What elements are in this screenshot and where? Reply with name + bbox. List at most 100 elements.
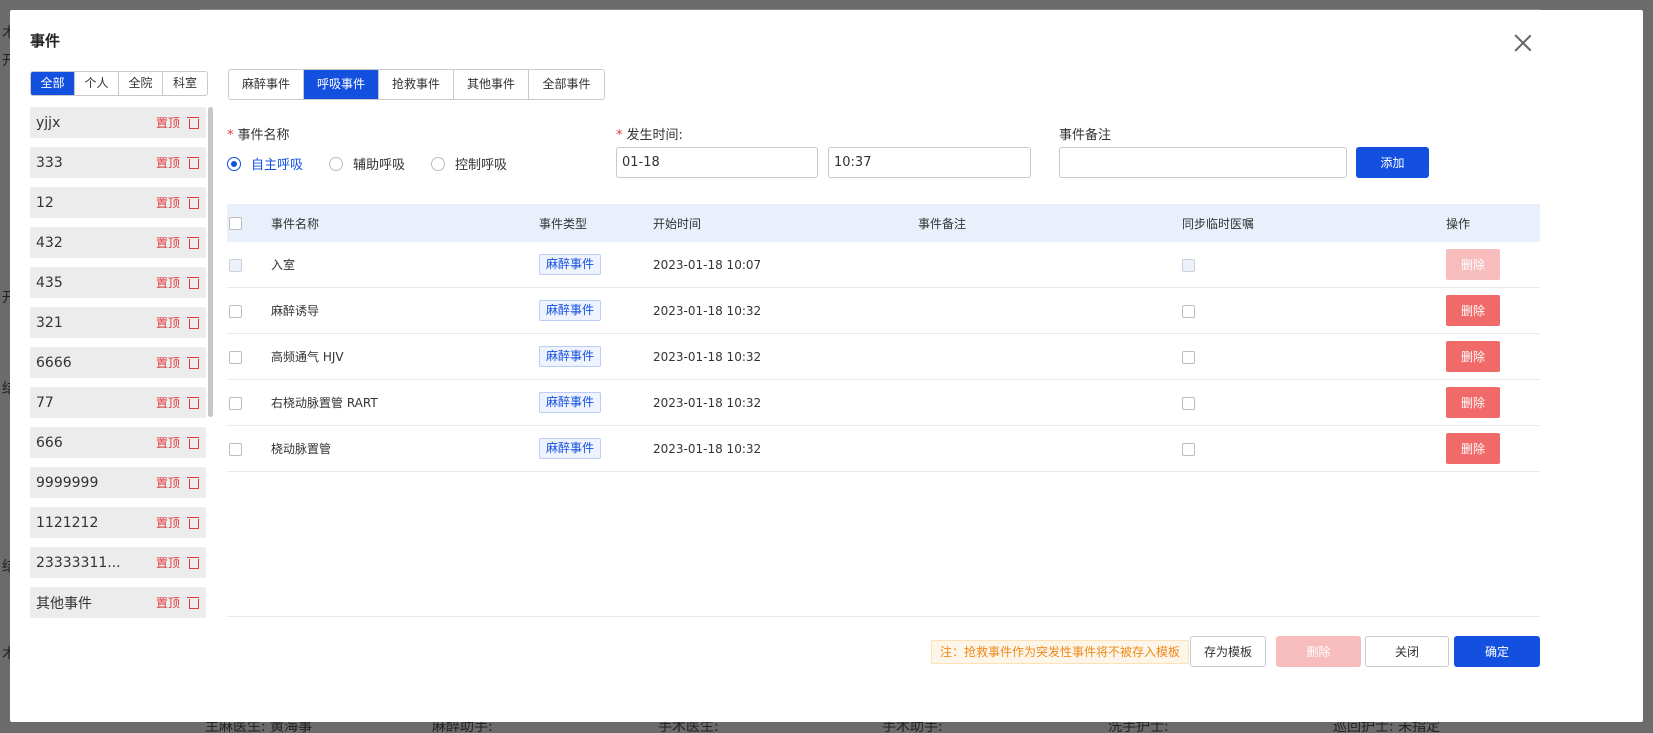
header-op: 操作 (1446, 216, 1471, 231)
category-tab[interactable]: 抢救事件 (379, 70, 454, 99)
trash-icon[interactable] (187, 516, 200, 529)
event-type-tag: 麻醉事件 (539, 300, 602, 321)
template-item[interactable]: 333 置顶 (30, 147, 206, 178)
scope-tab[interactable]: 个人 (75, 72, 119, 95)
occur-time-label: * 发生时间: (616, 128, 683, 143)
scope-tab[interactable]: 全院 (119, 72, 163, 95)
category-tab[interactable]: 其他事件 (454, 70, 529, 99)
breathing-radio[interactable]: 自主呼吸 (227, 154, 303, 173)
trash-icon[interactable] (187, 476, 200, 489)
trash-icon[interactable] (187, 556, 200, 569)
row-checkbox[interactable] (229, 304, 242, 318)
event-type-tag: 麻醉事件 (539, 254, 602, 275)
category-tab[interactable]: 全部事件 (529, 70, 604, 99)
footer-divider (227, 616, 1540, 617)
sync-order-checkbox[interactable] (1182, 350, 1195, 364)
pin-button[interactable]: 置顶 (156, 474, 180, 491)
trash-icon[interactable] (187, 316, 200, 329)
trash-icon[interactable] (187, 116, 200, 129)
template-item[interactable]: 77 置顶 (30, 387, 206, 418)
table-header: 事件名称 事件类型 开始时间 事件备注 同步临时医嘱 操作 (227, 204, 1540, 242)
pin-button[interactable]: 置顶 (156, 194, 180, 211)
row-name: 高频通气 HJV (271, 350, 344, 364)
dialog-title: 事件 (30, 32, 61, 50)
pin-button[interactable]: 置顶 (156, 354, 180, 371)
template-name: 666 (36, 434, 63, 451)
time-input[interactable] (828, 147, 1031, 178)
row-checkbox[interactable] (229, 350, 242, 364)
radio-label: 辅助呼吸 (353, 158, 406, 173)
template-item[interactable]: 435 置顶 (30, 267, 206, 298)
pin-button[interactable]: 置顶 (156, 274, 180, 291)
close-icon[interactable] (1510, 30, 1536, 56)
scope-tabs: 全部 个人 全院 科室 (30, 71, 208, 96)
trash-icon[interactable] (187, 276, 200, 289)
template-item[interactable]: 其他事件 置顶 (30, 587, 206, 618)
sync-order-checkbox[interactable] (1182, 396, 1195, 410)
pin-button[interactable]: 置顶 (156, 554, 180, 571)
trash-icon[interactable] (187, 356, 200, 369)
sync-order-checkbox[interactable] (1182, 258, 1195, 272)
pin-button[interactable]: 置顶 (156, 514, 180, 531)
save-template-button[interactable]: 存为模板 (1190, 636, 1266, 667)
category-tab[interactable]: 麻醉事件 (229, 70, 304, 99)
pin-button[interactable]: 置顶 (156, 394, 180, 411)
pin-button[interactable]: 置顶 (156, 154, 180, 171)
scope-tab[interactable]: 科室 (163, 72, 207, 95)
row-checkbox[interactable] (229, 258, 242, 272)
template-item[interactable]: 9999999 置顶 (30, 467, 206, 498)
template-list-scrollbar[interactable] (208, 107, 213, 417)
template-name: 6666 (36, 354, 72, 371)
row-delete-button[interactable]: 删除 (1446, 433, 1500, 464)
row-delete-button[interactable]: 删除 (1446, 341, 1500, 372)
template-item[interactable]: 432 置顶 (30, 227, 206, 258)
row-checkbox[interactable] (229, 442, 242, 456)
template-name: 435 (36, 274, 63, 291)
template-item[interactable]: 321 置顶 (30, 307, 206, 338)
template-item[interactable]: 6666 置顶 (30, 347, 206, 378)
sync-order-checkbox[interactable] (1182, 442, 1195, 456)
category-tab[interactable]: 呼吸事件 (304, 70, 379, 99)
sync-order-checkbox[interactable] (1182, 304, 1195, 318)
trash-icon[interactable] (187, 396, 200, 409)
row-delete-button[interactable]: 删除 (1446, 295, 1500, 326)
row-delete-button[interactable]: 删除 (1446, 387, 1500, 418)
close-button[interactable]: 关闭 (1365, 636, 1449, 667)
pin-button[interactable]: 置顶 (156, 594, 180, 611)
template-item[interactable]: yjjx 置顶 (30, 107, 206, 138)
event-type-tag: 麻醉事件 (539, 346, 602, 367)
template-item[interactable]: 23333311... 置顶 (30, 547, 206, 578)
date-input[interactable] (616, 147, 818, 178)
pin-button[interactable]: 置顶 (156, 434, 180, 451)
table-row: 高频通气 HJV 麻醉事件 2023-01-18 10:32 删除 (227, 334, 1540, 380)
scope-tab[interactable]: 全部 (31, 72, 75, 95)
trash-icon[interactable] (187, 236, 200, 249)
row-time: 2023-01-18 10:32 (653, 349, 762, 364)
event-note-input[interactable] (1059, 147, 1347, 178)
pin-button[interactable]: 置顶 (156, 114, 180, 131)
trash-icon[interactable] (187, 596, 200, 609)
header-note: 事件备注 (918, 216, 967, 231)
select-all-checkbox[interactable] (229, 217, 242, 230)
row-delete-button[interactable]: 删除 (1446, 249, 1500, 280)
pin-button[interactable]: 置顶 (156, 314, 180, 331)
template-name: 23333311... (36, 554, 121, 571)
breathing-radio[interactable]: 控制呼吸 (431, 154, 507, 173)
add-button[interactable]: 添加 (1356, 147, 1429, 178)
template-item[interactable]: 666 置顶 (30, 427, 206, 458)
trash-icon[interactable] (187, 196, 200, 209)
trash-icon[interactable] (187, 436, 200, 449)
template-item[interactable]: 12 置顶 (30, 187, 206, 218)
template-item[interactable]: 1121212 置顶 (30, 507, 206, 538)
confirm-button[interactable]: 确定 (1454, 636, 1540, 667)
bulk-delete-button[interactable]: 删除 (1276, 636, 1361, 667)
event-note-label: 事件备注 (1059, 128, 1112, 143)
template-list: yjjx 置顶 333 置顶 12 置顶 432 置顶 435 置顶 321 置顶 6666 置顶 77 置顶… (30, 107, 206, 647)
pin-button[interactable]: 置顶 (156, 234, 180, 251)
radio-label: 自主呼吸 (251, 158, 304, 173)
template-name: 432 (36, 234, 63, 251)
header-name: 事件名称 (271, 216, 320, 231)
row-checkbox[interactable] (229, 396, 242, 410)
breathing-radio[interactable]: 辅助呼吸 (329, 154, 405, 173)
trash-icon[interactable] (187, 156, 200, 169)
